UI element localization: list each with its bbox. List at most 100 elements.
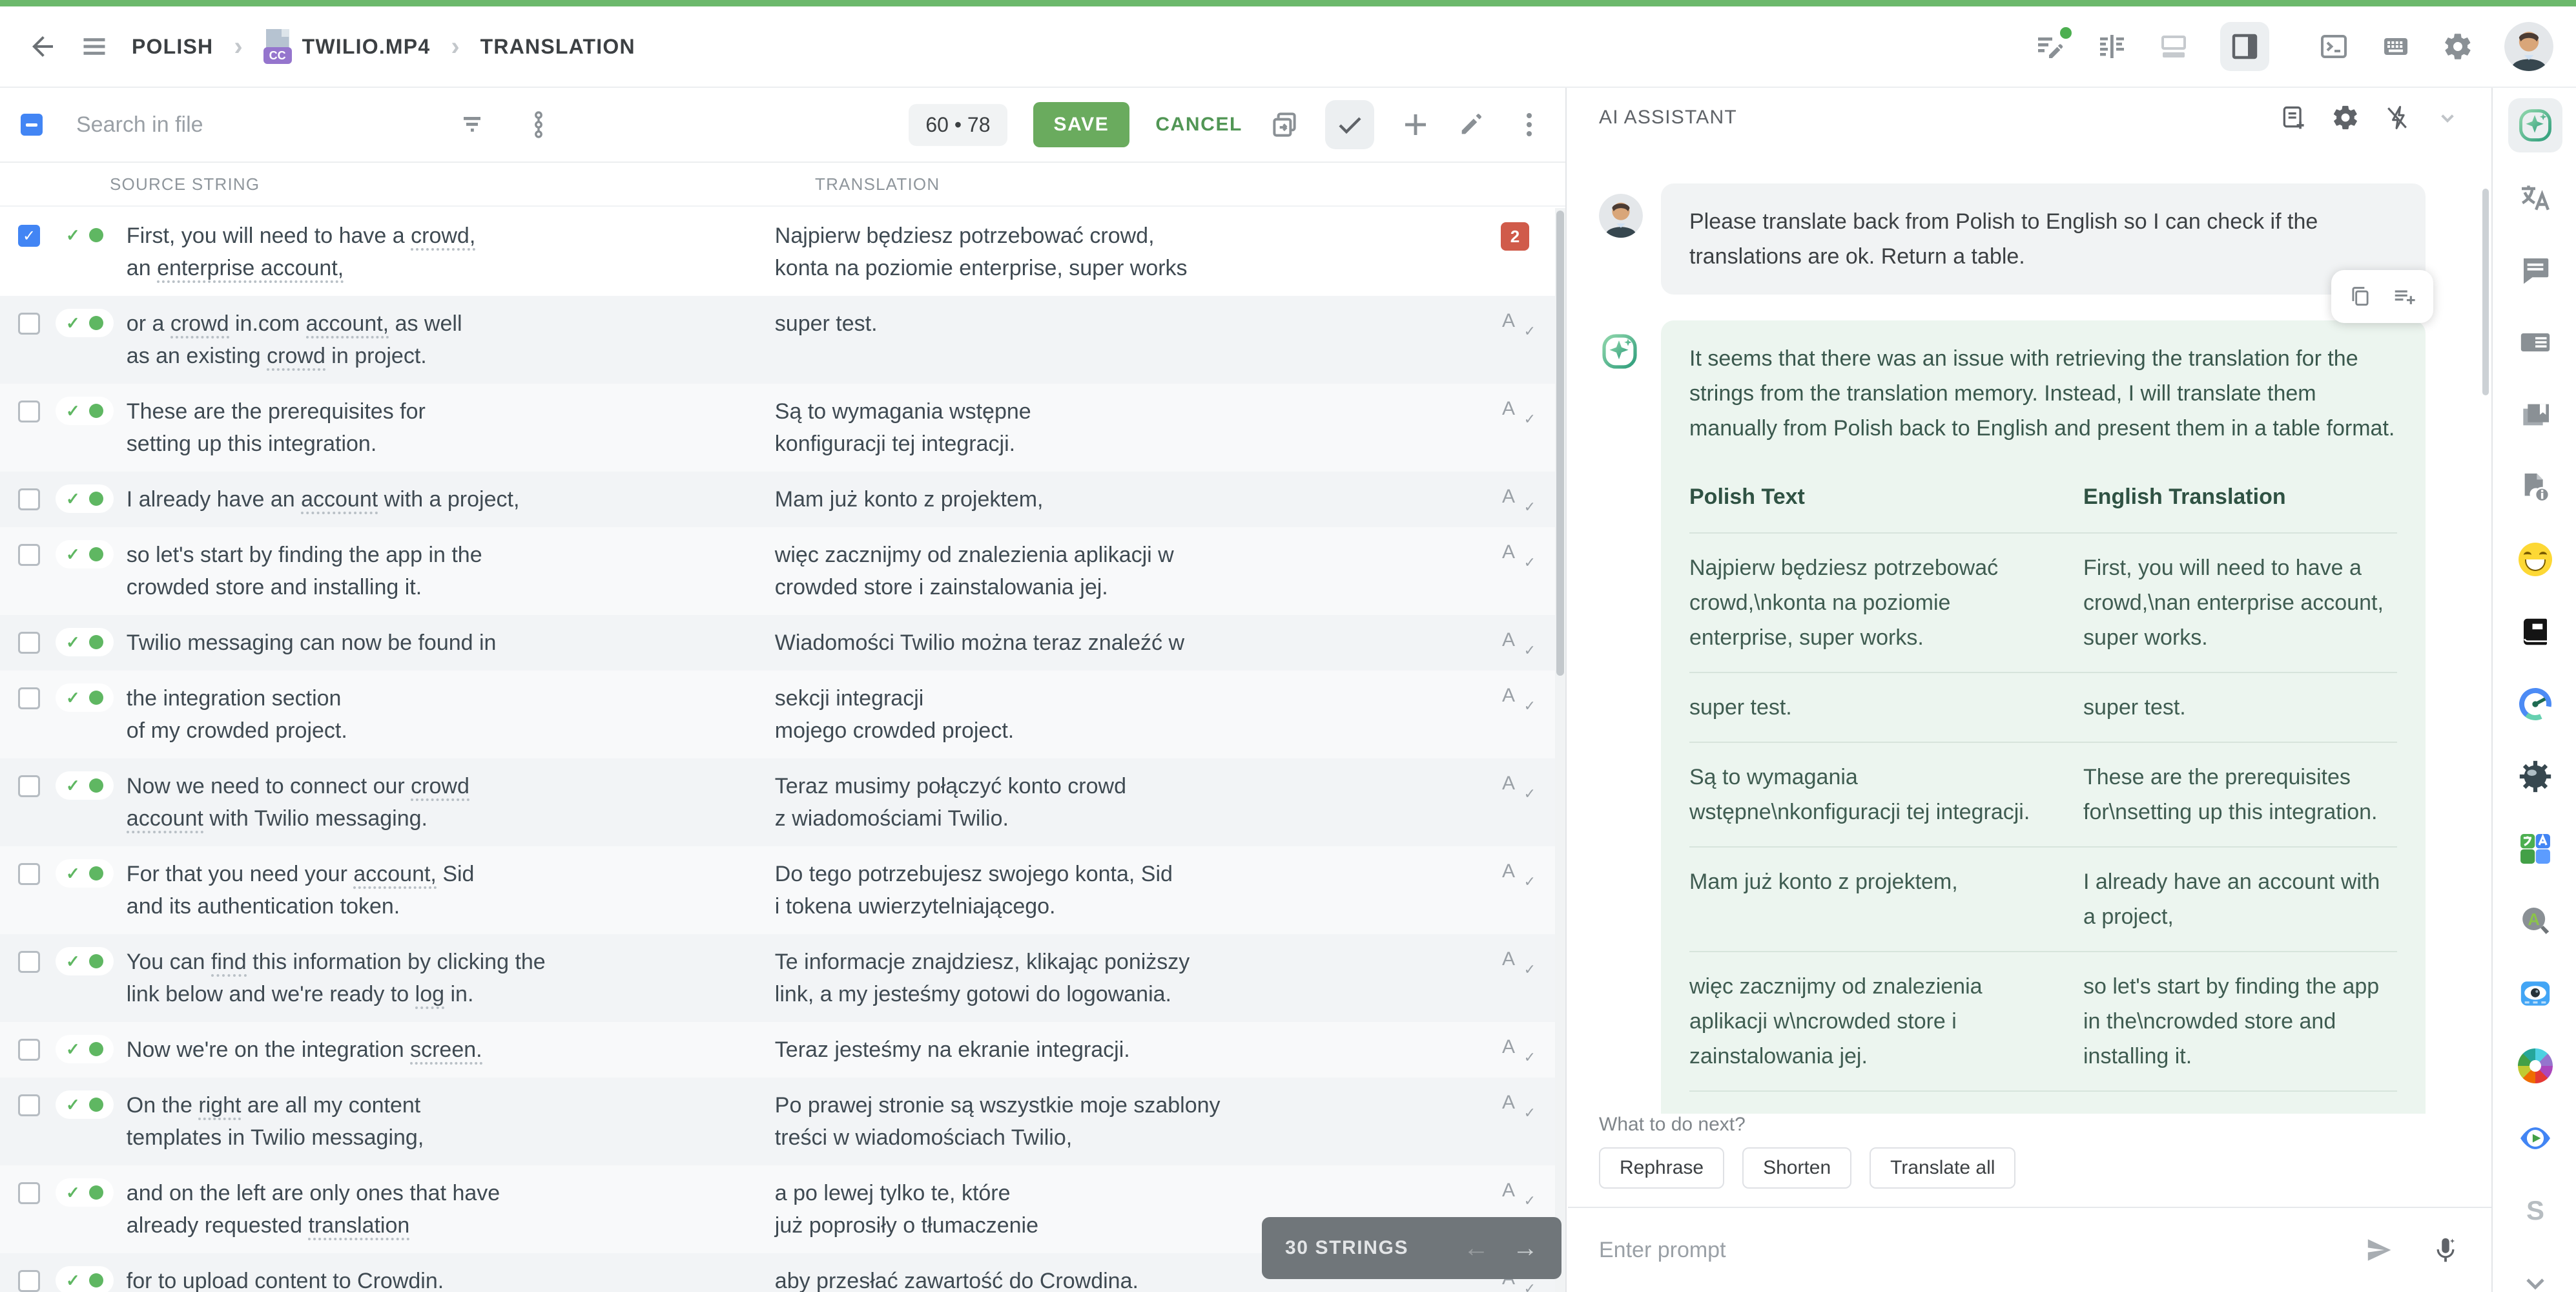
row-checkbox[interactable]	[18, 401, 40, 422]
table-row[interactable]: ✓or a crowd in.com account, as wellas an…	[0, 296, 1555, 384]
row-checkbox[interactable]	[18, 488, 40, 510]
row-checkbox[interactable]	[18, 313, 40, 335]
cancel-button[interactable]: CANCEL	[1155, 114, 1242, 136]
table-row[interactable]: ✓These are the prerequisites forsetting …	[0, 384, 1555, 472]
approved-check-icon: ✓	[66, 632, 80, 652]
spellcheck-icon[interactable]: A✓	[1502, 398, 1528, 424]
breadcrumb-file[interactable]: CC TWILIO.MP4	[263, 29, 431, 64]
rail-collapse-chevron-icon[interactable]	[2508, 1256, 2562, 1292]
comments-count-badge[interactable]: 2	[1501, 222, 1529, 251]
rail-ai-assistant-icon[interactable]	[2508, 98, 2562, 152]
spellcheck-icon[interactable]: A✓	[1502, 541, 1528, 567]
filter-icon[interactable]	[459, 109, 489, 140]
spellcheck-icon[interactable]: A✓	[1502, 685, 1528, 711]
rail-emoji-app-icon[interactable]	[2508, 532, 2562, 587]
status-dot-icon	[89, 1098, 103, 1112]
table-row[interactable]: ✓For that you need your account, Sidand …	[0, 846, 1555, 934]
table-row[interactable]: ✓the integration sectionof my crowded pr…	[0, 671, 1555, 758]
rail-string-info-icon[interactable]	[2508, 460, 2562, 514]
rail-dictionary-app-icon[interactable]	[2508, 605, 2562, 659]
table-row[interactable]: ✓I already have an account with a projec…	[0, 472, 1555, 527]
rail-s-app-icon[interactable]: S	[2508, 1183, 2562, 1238]
collapse-chevron-icon[interactable]	[2435, 105, 2460, 130]
row-checkbox[interactable]	[18, 863, 40, 885]
save-button[interactable]: SAVE	[1033, 102, 1130, 147]
string-options-icon[interactable]	[523, 109, 554, 140]
right-panel-view-icon[interactable]	[2220, 22, 2269, 71]
rail-screenshot-app-icon[interactable]	[2508, 966, 2562, 1021]
bottom-panel-view-icon[interactable]	[2158, 31, 2189, 62]
rail-glossary-icon[interactable]	[2508, 388, 2562, 442]
spellcheck-icon[interactable]: A✓	[1502, 629, 1528, 655]
edit-pencil-icon[interactable]	[1457, 109, 1488, 140]
row-checkbox[interactable]	[18, 632, 40, 654]
add-string-icon[interactable]	[1400, 109, 1431, 140]
editor-scrollbar[interactable]	[1555, 208, 1565, 1292]
row-checkbox[interactable]	[18, 951, 40, 973]
microphone-icon[interactable]	[2431, 1235, 2460, 1265]
spellcheck-icon[interactable]: A✓	[1502, 1092, 1528, 1118]
table-row[interactable]: ✓You can find this information by clicki…	[0, 934, 1555, 1022]
row-checkbox[interactable]	[18, 1094, 40, 1116]
spellcheck-icon[interactable]: A✓	[1502, 310, 1528, 336]
table-row[interactable]: ✓so let's start by finding the app in th…	[0, 527, 1555, 615]
rail-translate-app-icon[interactable]	[2508, 822, 2562, 876]
table-row[interactable]: ✓Twilio messaging can now be found inWia…	[0, 615, 1555, 671]
spellcheck-icon[interactable]: A✓	[1502, 1180, 1528, 1205]
rail-search-app-icon[interactable]: A	[2508, 894, 2562, 948]
tasks-edit-icon[interactable]	[2034, 31, 2065, 62]
assistant-scrollbar[interactable]	[2482, 189, 2489, 395]
status-dot-icon	[89, 492, 103, 506]
rail-comments-icon[interactable]	[2508, 243, 2562, 297]
row-checkbox[interactable]	[18, 1039, 40, 1061]
suggestion-button[interactable]: Translate all	[1870, 1147, 2015, 1189]
copy-icon[interactable]	[2348, 284, 2373, 309]
table-row[interactable]: ✓On the right are all my contenttemplate…	[0, 1078, 1555, 1165]
select-all-checkbox[interactable]	[21, 114, 43, 136]
row-checkbox[interactable]	[18, 775, 40, 797]
assistant-settings-icon[interactable]	[2331, 103, 2360, 132]
approve-icon[interactable]	[1325, 100, 1374, 149]
row-checkbox[interactable]	[18, 1270, 40, 1292]
spellcheck-icon[interactable]: A✓	[1502, 773, 1528, 798]
suggestion-button[interactable]: Shorten	[1742, 1147, 1851, 1189]
table-row[interactable]: ✓✓First, you will need to have a crowd,a…	[0, 208, 1555, 296]
table-row[interactable]: ✓Now we're on the integration screen.Ter…	[0, 1022, 1555, 1078]
spellcheck-icon[interactable]: A✓	[1502, 1036, 1528, 1062]
new-conversation-icon[interactable]	[2280, 103, 2308, 132]
console-icon[interactable]	[2318, 31, 2349, 62]
rail-mine-app-icon[interactable]	[2508, 749, 2562, 804]
keyboard-icon[interactable]	[2380, 31, 2411, 62]
shortcuts-off-icon[interactable]	[2383, 103, 2411, 132]
pager-next-icon[interactable]: →	[1512, 1235, 1538, 1261]
settings-gear-icon[interactable]	[2442, 31, 2473, 62]
copy-source-icon[interactable]	[1268, 109, 1299, 140]
spellcheck-icon[interactable]: A✓	[1502, 486, 1528, 512]
search-input[interactable]: Search in file	[76, 112, 386, 138]
rail-color-wheel-app-icon[interactable]	[2508, 1039, 2562, 1093]
row-checkbox[interactable]: ✓	[18, 225, 40, 247]
pager-prev-icon[interactable]: ←	[1463, 1235, 1489, 1261]
row-checkbox[interactable]	[18, 687, 40, 709]
table-row[interactable]: ✓Now we need to connect our crowdaccount…	[0, 758, 1555, 846]
side-by-side-view-icon[interactable]	[2096, 31, 2127, 62]
send-icon[interactable]	[2364, 1235, 2395, 1266]
suggestion-button[interactable]: Rephrase	[1599, 1147, 1724, 1189]
row-checkbox[interactable]	[18, 544, 40, 566]
menu-icon[interactable]	[75, 27, 114, 66]
rail-translation-memory-icon[interactable]	[2508, 315, 2562, 370]
breadcrumb-project[interactable]: POLISH	[132, 35, 213, 59]
rail-translate-icon[interactable]	[2508, 171, 2562, 225]
rail-gauge-app-icon[interactable]	[2508, 677, 2562, 731]
row-status: ✓	[56, 309, 114, 337]
breadcrumb-section[interactable]: TRANSLATION	[480, 35, 635, 59]
spellcheck-icon[interactable]: A✓	[1502, 860, 1528, 886]
spellcheck-icon[interactable]: A✓	[1502, 948, 1528, 974]
more-options-icon[interactable]	[1514, 109, 1545, 140]
prompt-input[interactable]: Enter prompt	[1599, 1238, 2364, 1263]
insert-to-editor-icon[interactable]	[2392, 284, 2416, 309]
rail-preview-app-icon[interactable]	[2508, 1111, 2562, 1165]
row-checkbox[interactable]	[18, 1182, 40, 1204]
back-button[interactable]	[23, 27, 62, 66]
user-avatar[interactable]	[2504, 22, 2553, 71]
